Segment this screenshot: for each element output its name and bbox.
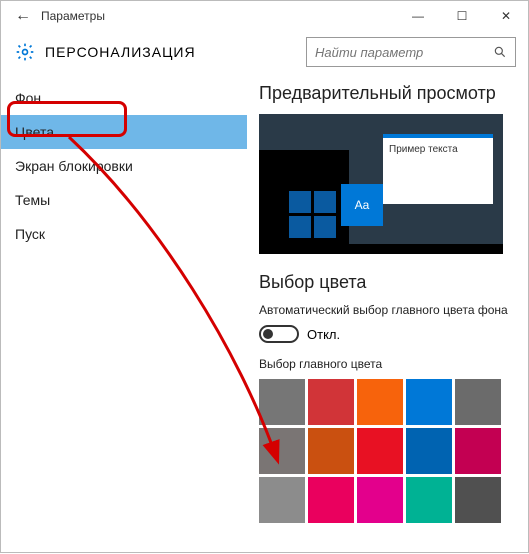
preview-sample-text: Пример текста: [389, 144, 458, 155]
preview-taskbar: [259, 244, 503, 254]
sidebar-item-background[interactable]: Фон: [1, 81, 247, 115]
preview-sample-window: Пример текста: [383, 134, 493, 204]
color-swatch[interactable]: [357, 379, 403, 425]
search-icon: [493, 45, 507, 59]
color-heading: Выбор цвета: [259, 272, 516, 293]
back-button[interactable]: ←: [9, 7, 37, 25]
color-swatch[interactable]: [259, 477, 305, 523]
color-swatch[interactable]: [357, 477, 403, 523]
color-swatch[interactable]: [357, 428, 403, 474]
toggle-state-label: Откл.: [307, 327, 340, 342]
color-swatch[interactable]: [455, 477, 501, 523]
preview-heading: Предварительный просмотр: [259, 83, 516, 104]
minimize-button[interactable]: —: [396, 1, 440, 31]
gear-icon: [15, 42, 35, 62]
color-swatch[interactable]: [455, 428, 501, 474]
close-button[interactable]: ✕: [484, 1, 528, 31]
auto-color-toggle[interactable]: Откл.: [259, 325, 516, 343]
preview-tiles: [289, 191, 336, 238]
color-swatch[interactable]: [406, 379, 452, 425]
maximize-button[interactable]: ☐: [440, 1, 484, 31]
main-panel: Предварительный просмотр Aa Пример текст…: [247, 73, 528, 554]
color-swatch[interactable]: [406, 477, 452, 523]
color-swatch[interactable]: [308, 428, 354, 474]
preview-aa-tile: Aa: [341, 184, 383, 226]
color-swatch[interactable]: [259, 379, 305, 425]
accent-label: Выбор главного цвета: [259, 357, 516, 371]
sidebar-item-themes[interactable]: Темы: [1, 183, 247, 217]
sidebar-item-colors[interactable]: Цвета: [1, 115, 247, 149]
color-swatch[interactable]: [455, 379, 501, 425]
sidebar-item-start[interactable]: Пуск: [1, 217, 247, 251]
color-swatch[interactable]: [406, 428, 452, 474]
sidebar-item-lockscreen[interactable]: Экран блокировки: [1, 149, 247, 183]
titlebar: ← Параметры — ☐ ✕: [1, 1, 528, 31]
color-palette: [259, 379, 516, 523]
auto-color-label: Автоматический выбор главного цвета фона: [259, 303, 516, 317]
header: ПЕРСОНАЛИЗАЦИЯ: [1, 31, 528, 73]
preview-image: Aa Пример текста: [259, 114, 503, 254]
toggle-thumb: [263, 329, 273, 339]
page-title: ПЕРСОНАЛИЗАЦИЯ: [45, 44, 196, 60]
toggle-track[interactable]: [259, 325, 299, 343]
window-title: Параметры: [37, 9, 396, 23]
color-swatch[interactable]: [259, 428, 305, 474]
color-swatch[interactable]: [308, 477, 354, 523]
sidebar: Фон Цвета Экран блокировки Темы Пуск: [1, 73, 247, 554]
search-box[interactable]: [306, 37, 516, 67]
color-swatch[interactable]: [308, 379, 354, 425]
search-input[interactable]: [315, 45, 493, 60]
